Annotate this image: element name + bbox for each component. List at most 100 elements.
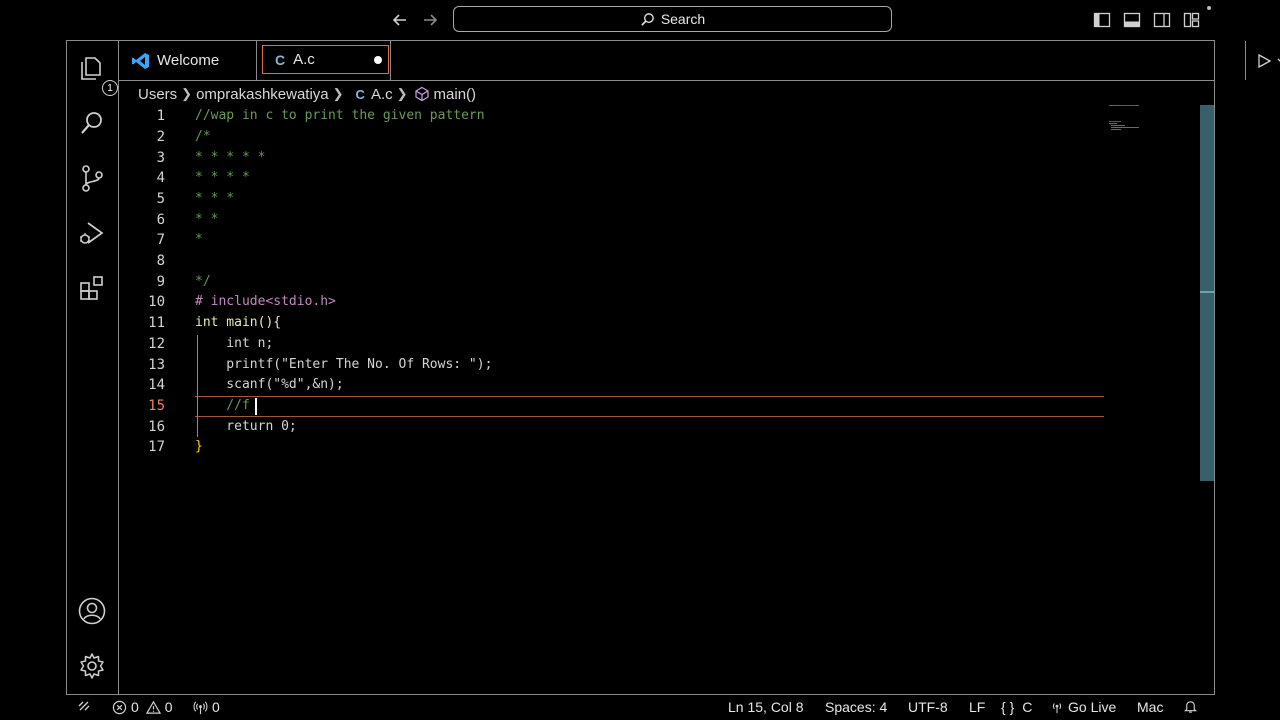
command-center-search[interactable]: Search [453,6,892,32]
c-file-icon: C [275,51,286,68]
line-number: 6 [156,212,165,228]
go-live-button[interactable]: Go Live [1050,699,1116,715]
code-line: 13 printf("Enter The No. Of Rows: "); [119,355,1119,375]
code-text: //f [195,398,250,413]
customize-layout-icon[interactable] [1183,11,1201,29]
code-line: 11 int main(){ [119,313,1119,333]
notification-dot [1207,6,1211,10]
language-mode[interactable]: { } C [1001,699,1032,715]
line-number: 17 [148,439,165,455]
run-and-debug-icon[interactable] [77,218,107,248]
code-text: int n; [195,336,274,351]
code-line: 12 int n; [119,334,1119,354]
ports-indicator[interactable]: 0 [193,699,220,715]
line-number: 14 [148,377,165,393]
code-text: * * * * * [195,150,266,165]
line-number: 9 [156,274,165,290]
warning-icon [145,700,161,714]
code-text: /* [195,129,211,144]
code-line: 16 return 0; [119,417,1119,437]
platform-text: Mac [1137,699,1164,715]
line-number: 5 [156,191,165,207]
toggle-primary-sidebar-icon[interactable] [1093,11,1111,29]
tab-welcome[interactable]: Welcome [119,41,257,80]
platform-indicator[interactable]: Mac [1137,699,1163,715]
end-of-line[interactable]: LF [969,699,985,715]
breadcrumb-symbol[interactable]: main() [434,86,477,103]
modified-dot-icon[interactable] [374,56,382,64]
language-text: C [1022,699,1033,715]
cursor-position-text: Ln 15, Col 8 [728,699,804,715]
error-icon [112,700,127,714]
code-line: 2 /* [119,127,1119,147]
code-line: 14 scanf("%d",&n); [119,375,1119,395]
indentation[interactable]: Spaces: 4 [825,699,887,715]
indentation-text: Spaces: 4 [825,699,888,715]
line-number: 16 [148,419,165,435]
tab-bar: Welcome C A.c [119,41,1280,81]
eol-text: LF [969,699,986,715]
line-number: 4 [156,170,165,186]
active-tab-frame: C A.c [262,45,389,74]
broadcast-icon [193,700,208,714]
code-line-active: 15 //f [119,396,1119,416]
notifications-button[interactable] [1183,699,1198,714]
bell-icon [1183,701,1198,713]
line-number: 7 [156,232,165,248]
breadcrumb-folder[interactable]: omprakashkewatiya [196,86,329,103]
problems-indicator[interactable]: 0 0 [112,699,173,715]
code-text: * * * * [195,170,250,185]
back-arrow-icon[interactable] [390,10,410,30]
code-line: 4 * * * * [119,168,1119,188]
breadcrumb-file[interactable]: A.c [371,86,393,103]
code-line: 7 * [119,230,1119,250]
breadcrumb: Users ❯ omprakashkewatiya ❯ C A.c ❯ main… [138,84,476,104]
code-line: 8 [119,251,1119,271]
code-line: 9 */ [119,272,1119,292]
search-icon [641,12,654,26]
code-line: 17 } [119,437,1119,457]
line-number: 13 [148,357,165,373]
code-text: return 0; [195,419,297,434]
line-number: 2 [156,129,165,145]
forward-arrow-icon[interactable] [420,10,440,30]
extensions-icon[interactable] [77,273,107,303]
status-bar: 0 0 0 Ln 15, Col 8 Spaces: 4 UTF-8 LF { … [67,695,1214,720]
frame-border-right [1214,40,1215,694]
minimap[interactable] [1107,105,1147,135]
line-number: 15 [148,398,165,414]
braces-icon: { } [1001,699,1015,715]
breadcrumb-users[interactable]: Users [138,86,177,103]
code-line: 6 * * [119,210,1119,230]
code-text: int main(){ [195,315,282,330]
remote-icon [78,701,90,711]
chevron-right-icon: ❯ [181,86,193,101]
code-text: */ [195,274,211,289]
code-text: * [195,232,203,247]
gear-icon[interactable] [77,651,107,681]
search-label: Search [660,11,706,27]
chevron-right-icon: ❯ [396,86,408,101]
editor-actions [1245,41,1280,80]
line-number: 1 [156,108,165,124]
tab-a-c[interactable]: C A.c [257,41,391,80]
explorer-button[interactable]: 1 [77,53,118,96]
line-number: 12 [148,336,165,352]
vertical-scrollbar[interactable] [1200,105,1214,481]
code-editor[interactable]: 1 //wap in c to print the given pattern … [119,105,1214,694]
toggle-secondary-sidebar-icon[interactable] [1153,11,1171,29]
symbol-method-icon [414,86,429,102]
run-icon[interactable] [1256,53,1272,69]
search-icon[interactable] [77,108,107,138]
source-control-icon[interactable] [77,163,107,193]
account-icon[interactable] [77,596,107,626]
code-text: scanf("%d",&n); [195,377,344,392]
code-text: * * * [195,191,235,206]
encoding[interactable]: UTF-8 [908,699,948,715]
cursor-position[interactable]: Ln 15, Col 8 [728,699,804,715]
toggle-panel-icon[interactable] [1123,11,1141,29]
code-text: * * [195,212,219,227]
code-text: } [195,439,203,454]
error-count: 0 [131,699,139,715]
remote-indicator[interactable] [77,699,91,713]
